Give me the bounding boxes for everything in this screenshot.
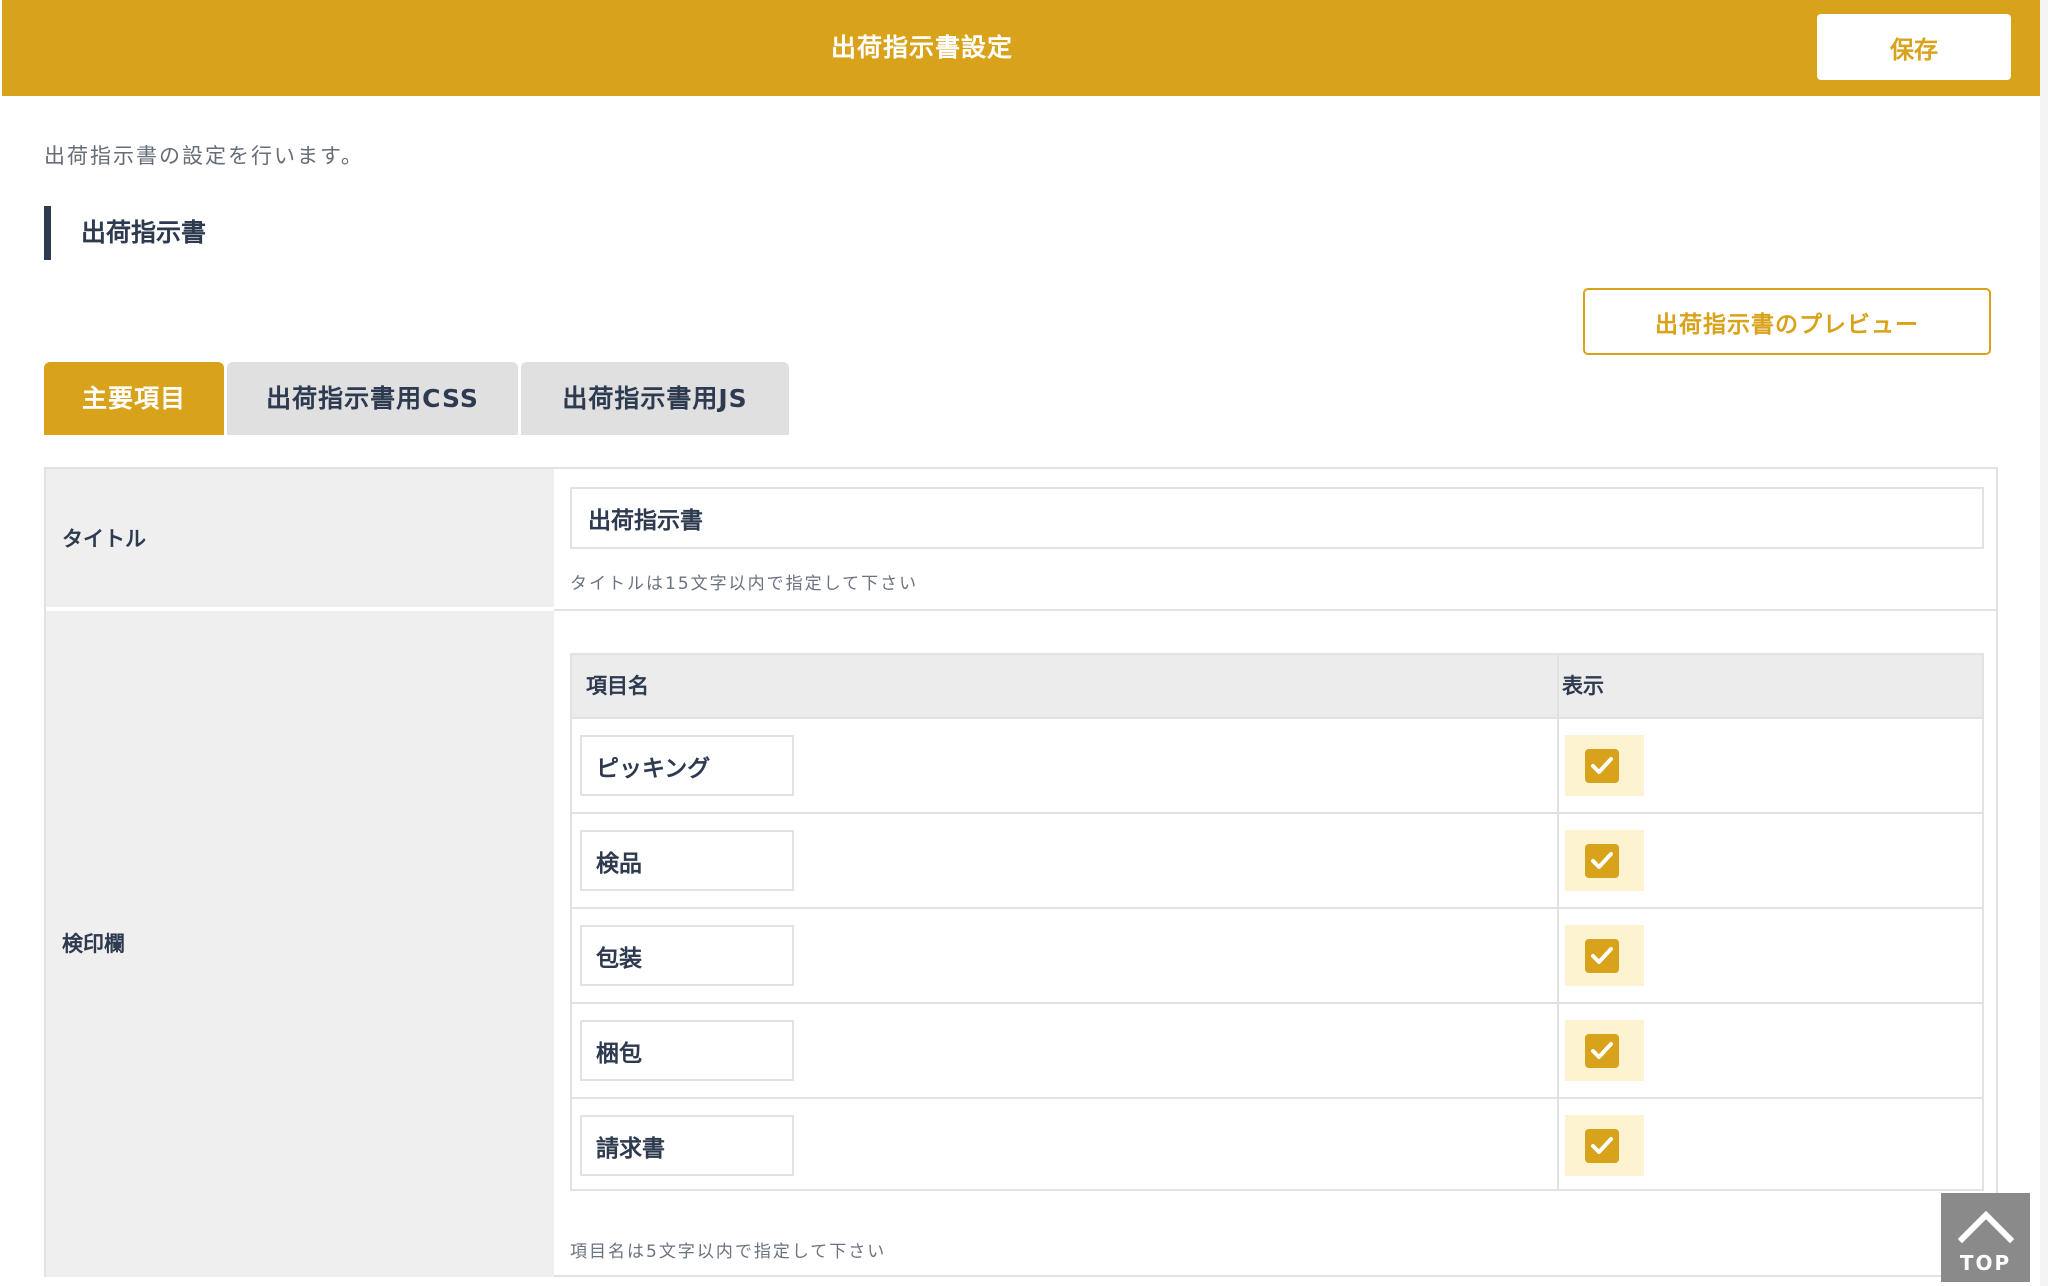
- item-name-input[interactable]: [580, 1020, 794, 1081]
- item-name-input[interactable]: [580, 925, 794, 986]
- table-row: [572, 1097, 1982, 1192]
- items-table-header: 項目名 表示: [572, 655, 1982, 717]
- table-row: [572, 812, 1982, 907]
- column-header-show: 表示: [1562, 674, 1604, 698]
- show-checkbox[interactable]: [1565, 830, 1644, 891]
- table-row: [572, 907, 1982, 1002]
- checkbox-checked: [1585, 1129, 1619, 1163]
- settings-form: タイトル タイトルは15文字以内で指定して下さい 検印欄 項目名 表示: [44, 467, 1998, 1277]
- scroll-top-button[interactable]: TOP: [1941, 1193, 2030, 1282]
- checkbox-checked: [1585, 844, 1619, 878]
- page-title: 出荷指示書設定: [830, 33, 1013, 62]
- show-checkbox[interactable]: [1565, 1020, 1644, 1081]
- table-row: [572, 717, 1982, 812]
- top-label: TOP: [1959, 1251, 2012, 1275]
- check-icon: [1591, 1042, 1613, 1059]
- row-divider: [554, 609, 1998, 611]
- title-label: タイトル: [46, 469, 554, 609]
- checkbox-checked: [1585, 1034, 1619, 1068]
- check-icon: [1591, 852, 1613, 869]
- table-row: [572, 1002, 1982, 1097]
- checkbox-checked: [1585, 939, 1619, 973]
- check-icon: [1591, 757, 1613, 774]
- column-header-name: 項目名: [586, 674, 649, 698]
- items-table: 項目名 表示: [570, 653, 1984, 1191]
- chevron-up-icon: [1958, 1210, 2014, 1244]
- item-name-input[interactable]: [580, 1115, 794, 1176]
- checkbox-checked: [1585, 749, 1619, 783]
- page: 出荷指示書設定 保存 出荷指示書の設定を行います。 出荷指示書 出荷指示書のプレ…: [0, 0, 2040, 1286]
- kenin-label: 検印欄: [46, 611, 554, 1277]
- check-icon: [1591, 1137, 1613, 1154]
- section-heading: 出荷指示書: [44, 206, 206, 260]
- items-hint: 項目名は5文字以内で指定して下さい: [570, 1242, 887, 1262]
- tab-js[interactable]: 出荷指示書用JS: [521, 362, 789, 435]
- show-checkbox[interactable]: [1565, 1115, 1644, 1176]
- header-bar: 出荷指示書設定 保存: [2, 0, 2040, 96]
- tab-css[interactable]: 出荷指示書用CSS: [227, 362, 518, 435]
- page-description: 出荷指示書の設定を行います。: [44, 144, 364, 168]
- show-checkbox[interactable]: [1565, 735, 1644, 796]
- title-hint: タイトルは15文字以内で指定して下さい: [570, 574, 919, 594]
- show-checkbox[interactable]: [1565, 925, 1644, 986]
- title-input[interactable]: [570, 487, 1984, 549]
- item-name-input[interactable]: [580, 830, 794, 891]
- tab-main-items[interactable]: 主要項目: [44, 362, 224, 435]
- item-name-input[interactable]: [580, 735, 794, 796]
- save-button[interactable]: 保存: [1817, 14, 2011, 80]
- check-icon: [1591, 947, 1613, 964]
- preview-button[interactable]: 出荷指示書のプレビュー: [1583, 288, 1991, 355]
